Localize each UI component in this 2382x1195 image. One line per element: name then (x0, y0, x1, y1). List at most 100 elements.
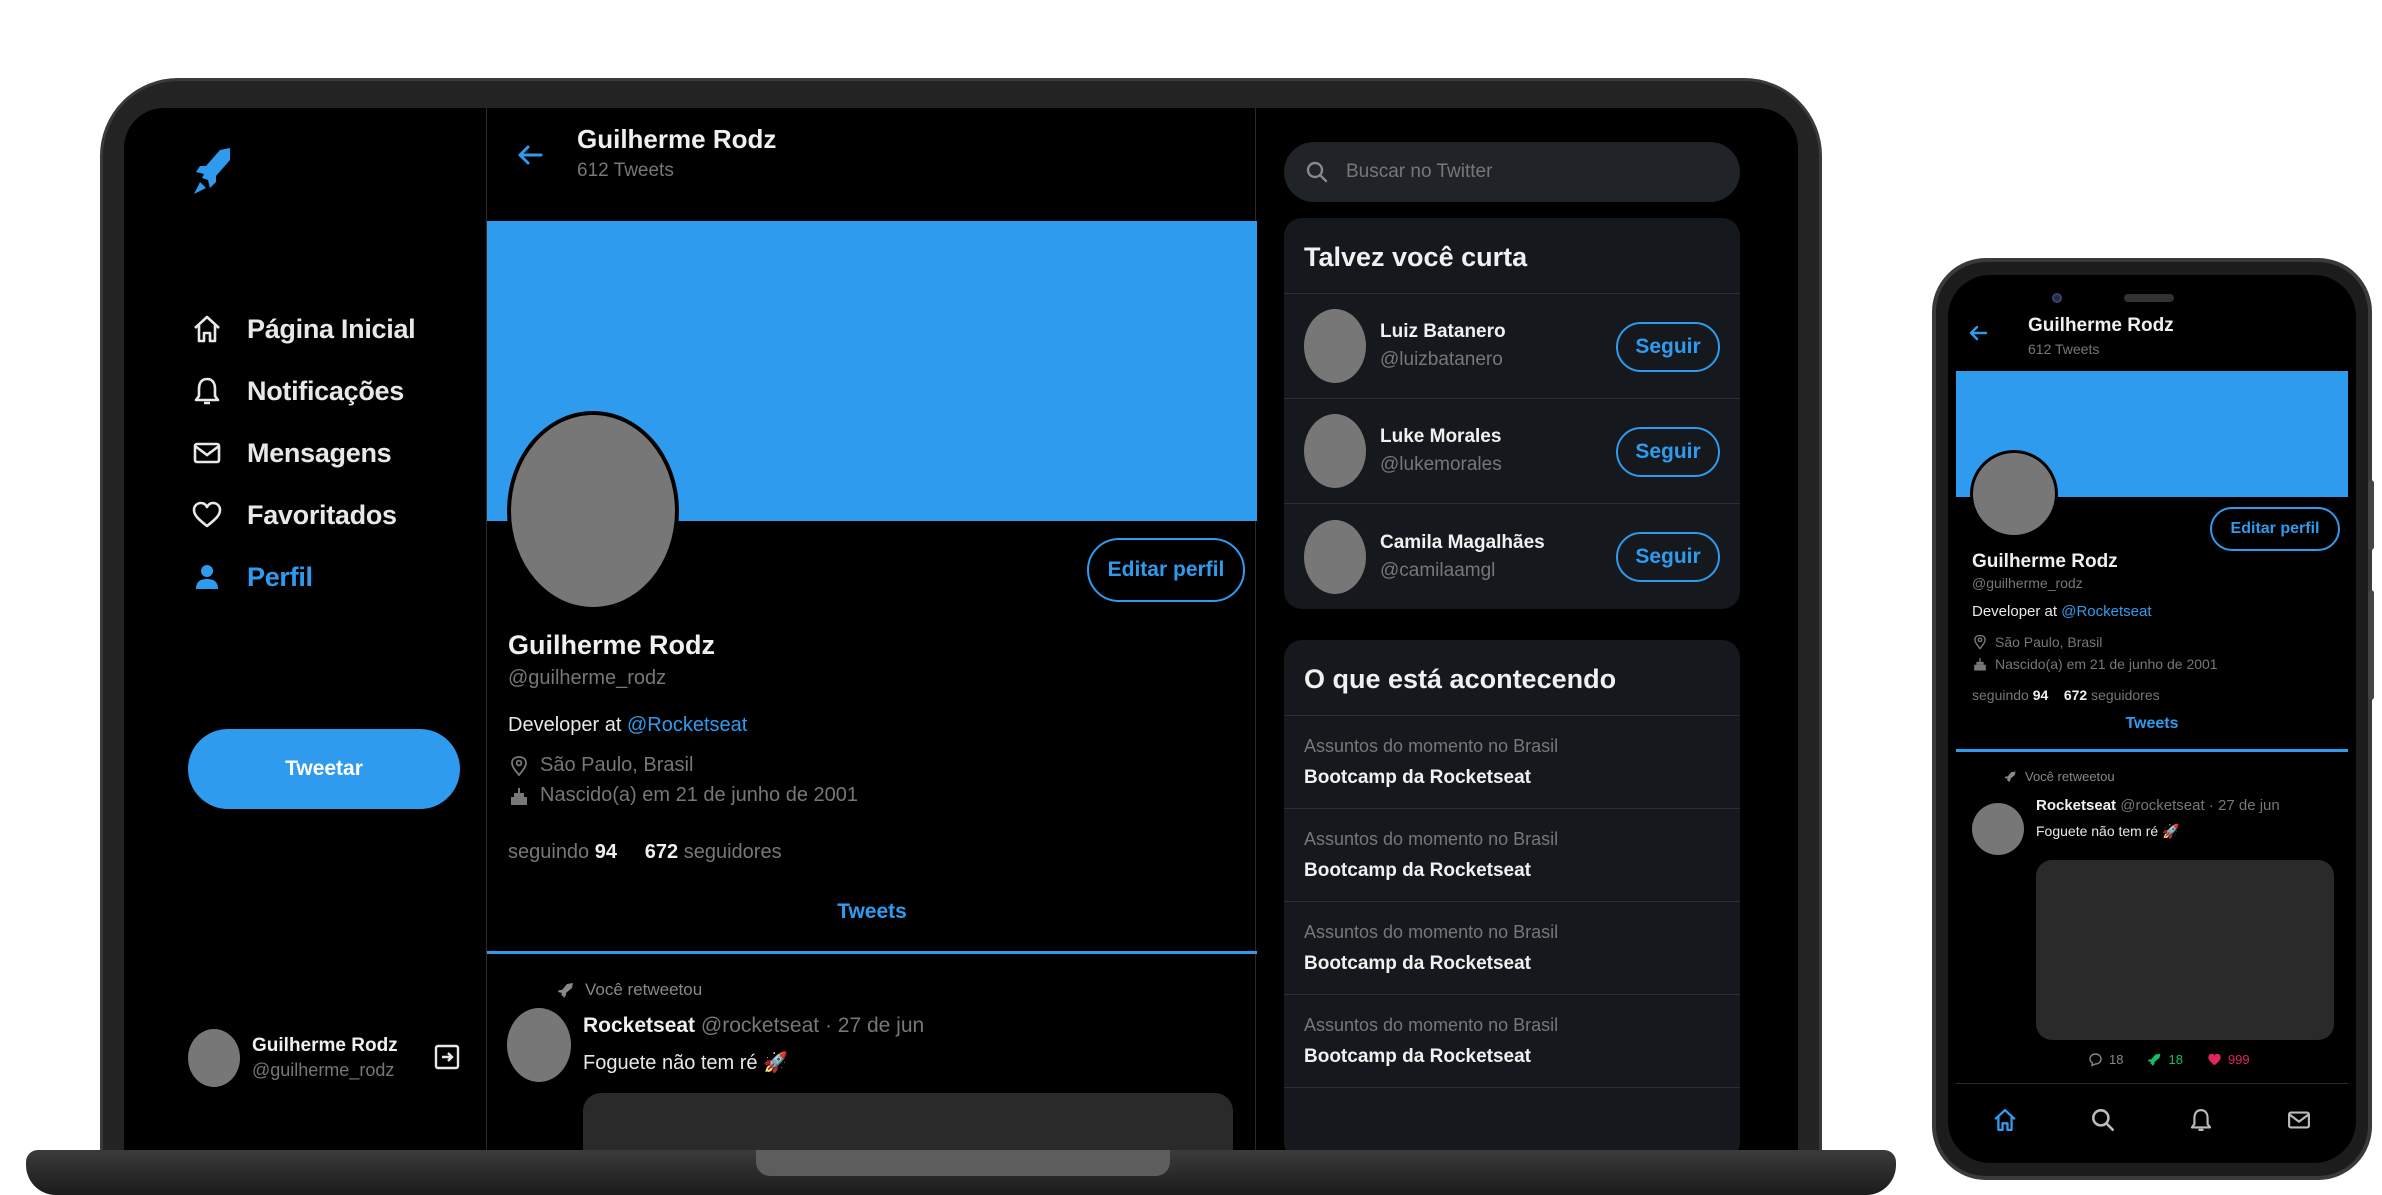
sidebar-item-profile[interactable]: Perfil (190, 554, 313, 600)
following-count[interactable]: 94 (595, 841, 617, 863)
follow-stats: seguindo 94 672 seguidores (508, 841, 782, 864)
profile-location: São Paulo, Brasil (508, 754, 693, 777)
comment-icon (2089, 1053, 2102, 1067)
profile-avatar (507, 411, 679, 611)
avatar (188, 1029, 240, 1087)
trend-item[interactable]: Assuntos do momento no Brasil Bootcamp d… (1284, 809, 1740, 902)
trends-title: O que está acontecendo (1284, 640, 1740, 716)
retweet-count: 18 (2168, 1052, 2183, 1067)
like-count: 999 (2227, 1052, 2250, 1067)
location-pin-icon (511, 755, 527, 776)
mail-icon[interactable] (2285, 1106, 2313, 1134)
rocket-icon (2148, 1053, 2161, 1067)
bio-link[interactable]: @Rocketseat (627, 714, 747, 736)
retweet-button[interactable]: 18 (2147, 1052, 2183, 1067)
tab-underline (1956, 749, 2348, 752)
profile-bio: Developer at @Rocketseat (1972, 603, 2151, 620)
right-column: Talvez você curta Luiz Batanero @luizbat… (1284, 108, 1774, 1150)
followers-count[interactable]: 672 (2064, 687, 2087, 703)
sidebar-item-label: Perfil (247, 561, 313, 592)
location-text: São Paulo, Brasil (1995, 634, 2103, 650)
edit-profile-button[interactable]: Editar perfil (1087, 538, 1245, 602)
tab-tweets[interactable]: Tweets (487, 888, 1257, 948)
search-input[interactable] (1346, 161, 1706, 183)
profile-birth: Nascido(a) em 21 de junho de 2001 (508, 784, 858, 807)
suggestion-item[interactable]: Luke Morales @lukemorales Seguir (1284, 399, 1740, 504)
suggestion-name: Camila Magalhães (1380, 531, 1545, 553)
follow-button[interactable]: Seguir (1616, 427, 1720, 477)
tweet-media[interactable] (583, 1093, 1233, 1150)
avatar (1304, 414, 1366, 488)
who-to-follow-title: Talvez você curta (1284, 218, 1740, 294)
tweet-separator: · (2208, 797, 2214, 814)
tab-tweets[interactable]: Tweets (1956, 715, 2348, 733)
trend-title: Bootcamp da Rocketseat (1304, 860, 1532, 881)
like-button[interactable]: 999 (2207, 1052, 2250, 1067)
sidebar-item-favorites[interactable]: Favoritados (190, 492, 397, 538)
home-icon (194, 315, 220, 343)
search-icon (1306, 161, 1328, 183)
comment-button[interactable]: 18 (2088, 1052, 2123, 1067)
follow-button[interactable]: Seguir (1616, 322, 1720, 372)
retweet-label: Você retweetou (2025, 769, 2115, 784)
user-handle: @guilherme_rodz (252, 1060, 395, 1080)
tweet-author[interactable]: Rocketseat (2036, 797, 2116, 814)
earpiece (2124, 294, 2174, 302)
trend-title: Bootcamp da Rocketseat (1304, 1046, 1532, 1067)
back-arrow-icon[interactable] (1966, 321, 1990, 345)
tweet-avatar[interactable] (1972, 803, 2024, 855)
suggestion-handle: @camilaamgl (1380, 559, 1496, 581)
profile-name: Guilherme Rodz (508, 630, 716, 660)
followers-label: seguidores (683, 841, 782, 863)
cake-icon (1974, 658, 1986, 671)
followers-label: seguidores (2091, 687, 2160, 703)
tweet-separator: · (824, 1014, 832, 1037)
tweet-handle: @rocketseat (700, 1014, 820, 1037)
suggestion-handle: @lukemorales (1380, 454, 1502, 475)
profile-name: Guilherme Rodz (1972, 551, 2118, 572)
tweet-avatar[interactable] (507, 1008, 571, 1082)
birth-text: Nascido(a) em 21 de junho de 2001 (1995, 656, 2218, 672)
laptop-notch (756, 1150, 1170, 1176)
rocket-icon[interactable] (190, 144, 236, 198)
trend-item[interactable]: Assuntos do momento no Brasil Bootcamp d… (1284, 995, 1740, 1088)
bio-text: Developer at (1972, 603, 2062, 620)
follow-stats: seguindo 94 672 seguidores (1972, 687, 2160, 703)
edit-profile-button[interactable]: Editar perfil (2210, 507, 2340, 551)
cake-icon (511, 787, 527, 805)
bottom-tabbar (1956, 1095, 2348, 1145)
sidebar-item-messages[interactable]: Mensagens (190, 430, 392, 476)
location-pin-icon (1974, 634, 1986, 650)
trend-item[interactable]: Assuntos do momento no Brasil Bootcamp d… (1284, 902, 1740, 995)
followers-count[interactable]: 672 (645, 841, 678, 863)
back-arrow-icon[interactable] (513, 138, 547, 172)
comment-count: 18 (2109, 1052, 2124, 1067)
search-box[interactable] (1284, 142, 1740, 202)
search-icon[interactable] (2089, 1106, 2117, 1134)
bio-link[interactable]: @Rocketseat (2061, 603, 2151, 620)
tweet-media[interactable] (2036, 860, 2334, 1040)
bell-icon[interactable] (2187, 1106, 2215, 1134)
trend-item[interactable]: Assuntos do momento no Brasil Bootcamp d… (1284, 716, 1740, 809)
sidebar-item-notifications[interactable]: Notificações (190, 368, 404, 414)
sidebar-item-home[interactable]: Página Inicial (190, 306, 416, 352)
logout-icon[interactable] (432, 1042, 462, 1072)
trend-label: Assuntos do momento no Brasil (1304, 736, 1559, 756)
sidebar: Página Inicial Notificações Mensagens Fa… (124, 108, 486, 1150)
tab-underline (487, 951, 1257, 954)
following-count[interactable]: 94 (2033, 687, 2049, 703)
home-icon[interactable] (1991, 1106, 2019, 1134)
profile-birth: Nascido(a) em 21 de junho de 2001 (1972, 656, 2218, 672)
follow-button[interactable]: Seguir (1616, 532, 1720, 582)
suggestion-item[interactable]: Camila Magalhães @camilaamgl Seguir (1284, 504, 1740, 609)
retweet-indicator: Você retweetou (2004, 769, 2115, 784)
tweet-text: Foguete não tem ré 🚀 (583, 1052, 789, 1074)
suggestion-item[interactable]: Luiz Batanero @luizbatanero Seguir (1284, 294, 1740, 399)
tweet-button[interactable]: Tweetar (188, 729, 460, 809)
avatar (1304, 309, 1366, 383)
suggestion-handle: @luizbatanero (1380, 349, 1503, 370)
heart-icon (2208, 1053, 2221, 1066)
tweet-header: Rocketseat @rocketseat · 27 de jun (2036, 797, 2280, 814)
tweet-author[interactable]: Rocketseat (583, 1014, 695, 1037)
suggestion-name: Luke Morales (1380, 426, 1502, 447)
